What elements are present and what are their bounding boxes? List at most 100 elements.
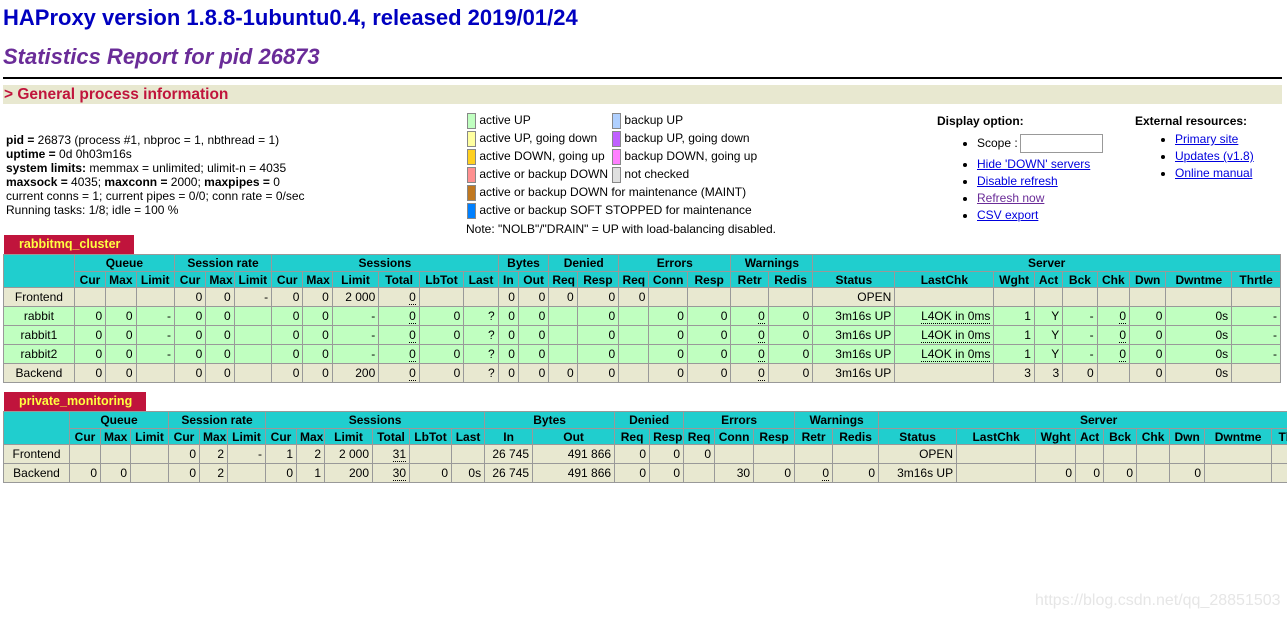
- cell-value: 0: [189, 466, 196, 480]
- csv-export-link[interactable]: CSV export: [977, 208, 1038, 222]
- cell-value: 0: [677, 347, 684, 361]
- table-cell: [233, 344, 273, 364]
- cell-value: 0: [1065, 466, 1073, 480]
- cell-value: 0: [720, 347, 728, 361]
- cell-value: 0: [673, 466, 681, 480]
- column-header: Limit: [324, 428, 373, 445]
- table-cell: 0: [1096, 306, 1131, 326]
- online-manual-link[interactable]: Online manual: [1175, 166, 1252, 180]
- table-cell: 0: [517, 325, 550, 345]
- table-cell: 0: [614, 444, 651, 464]
- table-row: Frontend 0 2 - 1 2 2 000 31 26 745 491 866 0 0 0 OPEN: [3, 444, 1287, 464]
- scope-input[interactable]: [1019, 134, 1103, 154]
- column-header: In: [484, 428, 534, 445]
- table-group-header: Queue Session rate Sessions Bytes Denied Erro…: [3, 254, 1281, 288]
- column-group-header: Denied: [548, 254, 620, 272]
- table-cell: L4OK in 0ms: [894, 306, 995, 326]
- cell-value: 0: [608, 347, 616, 361]
- table-cell: 0: [418, 306, 465, 326]
- legend-entry: backup DOWN, going up: [610, 148, 759, 166]
- cell-value: 0: [195, 309, 203, 323]
- table-cell: [1033, 287, 1064, 307]
- cell-value: 0: [638, 290, 646, 304]
- cell-value: ?: [488, 309, 495, 323]
- process-info-label: maxsock =: [6, 175, 72, 189]
- cell-value: 3m16s UP: [835, 366, 892, 380]
- cell-value: 0: [1155, 309, 1163, 323]
- table-cell: [418, 287, 465, 307]
- cell-value: 0: [453, 366, 461, 380]
- table-cell: [683, 463, 716, 483]
- table-cell: 0: [686, 306, 732, 326]
- refresh-now-link[interactable]: Refresh now: [977, 191, 1044, 205]
- cell-value: 0: [195, 366, 203, 380]
- process-info-value: memmax = unlimited; ulimit-n = 4035: [86, 161, 287, 175]
- cell-value: Y: [1051, 309, 1060, 323]
- cell-value: 0: [1086, 366, 1094, 380]
- legend-entry: active DOWN, going up: [465, 148, 610, 166]
- cell-value: 0: [95, 366, 103, 380]
- table-cell: OPEN: [812, 287, 896, 307]
- legend-swatch: [467, 167, 476, 183]
- table-cell: [1231, 287, 1281, 307]
- column-header: Limit: [233, 271, 273, 288]
- column-header: Max: [296, 428, 325, 445]
- column-header: Resp: [753, 428, 796, 445]
- legend-label: backup UP: [624, 113, 684, 128]
- table-cell: [1136, 444, 1171, 464]
- cell-value: 0: [223, 290, 231, 304]
- cell-value: -: [1089, 347, 1094, 361]
- table-cell: 0: [1075, 463, 1105, 483]
- cell-value: 0: [704, 447, 712, 461]
- column-header: Act: [1075, 428, 1105, 445]
- cell-value: 491 866: [567, 447, 612, 461]
- row-name: Frontend: [3, 287, 75, 307]
- table-cell: 200: [331, 363, 380, 383]
- legend-row: active or backup SOFT STOPPED for mainte…: [465, 202, 759, 220]
- table-cell: 0: [1169, 463, 1206, 483]
- row-name[interactable]: rabbit1: [3, 325, 75, 345]
- proxy-stats-table: Queue Session rate Sessions Bytes Denied Erro…: [3, 254, 1281, 383]
- column-header: Chk: [1096, 271, 1131, 288]
- proxy-name-tab[interactable]: rabbitmq_cluster: [4, 235, 135, 254]
- column-header: Cur: [168, 428, 200, 445]
- cell-value: 491 866: [567, 466, 612, 480]
- table-cell: 0: [173, 325, 207, 345]
- process-info-line: pid = 26873 (process #1, nbproc = 1, nbt…: [6, 133, 305, 147]
- table-cell: 491 866: [532, 463, 616, 483]
- updates-link[interactable]: Updates (v1.8): [1175, 149, 1254, 163]
- table-cell: 0: [767, 363, 814, 383]
- column-header: Dwn: [1128, 271, 1167, 288]
- table-cell: [1136, 463, 1171, 483]
- table-cell: 0: [73, 363, 107, 383]
- column-header: Out: [532, 428, 616, 445]
- column-group-header: Warnings: [730, 254, 814, 272]
- hide-down-servers-link[interactable]: Hide 'DOWN' servers: [977, 157, 1090, 171]
- scope-item: Scope :: [977, 132, 1103, 156]
- disable-refresh-link[interactable]: Disable refresh: [977, 174, 1058, 188]
- legend-entry: active or backup SOFT STOPPED for mainte…: [465, 202, 759, 220]
- cell-value: 0: [223, 328, 231, 342]
- primary-site-link[interactable]: Primary site: [1175, 132, 1238, 146]
- table-cell: 0s: [450, 463, 486, 483]
- column-header: Max: [199, 428, 228, 445]
- row-name[interactable]: rabbit: [3, 306, 75, 326]
- cell-value: 0: [90, 466, 97, 480]
- table-cell: -: [135, 344, 175, 364]
- proxy-name-tab[interactable]: private_monitoring: [4, 392, 147, 411]
- table-cell: [463, 287, 499, 307]
- cell-value: 0: [1194, 466, 1202, 480]
- cell-value: 30: [392, 466, 406, 481]
- table-cell: 0: [548, 363, 578, 383]
- column-header: Status: [878, 428, 958, 445]
- cell-value: 0: [292, 366, 300, 380]
- cell-value: 0: [125, 366, 133, 380]
- table-cell: 2: [199, 444, 228, 464]
- display-options: Display option: Scope : Hide 'DOWN' serv…: [937, 114, 1103, 224]
- cell-value: -: [371, 347, 376, 361]
- column-group-header: Errors: [618, 254, 732, 272]
- cell-value: 0s: [468, 466, 482, 480]
- legend-entry: active UP: [465, 112, 610, 130]
- row-name[interactable]: rabbit2: [3, 344, 75, 364]
- row-name: Backend: [3, 363, 75, 383]
